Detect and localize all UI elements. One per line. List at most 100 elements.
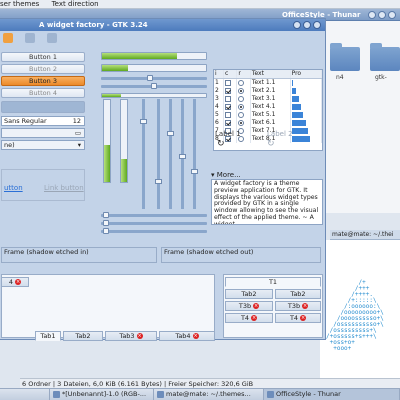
- button-3[interactable]: Button 3: [1, 76, 85, 86]
- scale-knob[interactable]: [103, 220, 109, 226]
- close-icon[interactable]: ×: [253, 303, 260, 309]
- expander[interactable]: ▾ More...: [211, 171, 241, 179]
- folder-icon[interactable]: [330, 43, 360, 71]
- horizontal-scale[interactable]: [101, 75, 207, 81]
- menu-item-themes[interactable]: ser themes: [0, 0, 39, 8]
- close-icon[interactable]: ×: [300, 315, 307, 321]
- radio-button[interactable]: [238, 119, 245, 126]
- column-header[interactable]: r: [236, 70, 251, 79]
- toggle-button[interactable]: [1, 101, 85, 113]
- radio-button[interactable]: [238, 111, 245, 118]
- checkbox[interactable]: [224, 103, 231, 110]
- tab-t1[interactable]: T1: [225, 277, 321, 287]
- link-button-disabled[interactable]: Link button: [44, 184, 84, 192]
- tab-2[interactable]: Tab2: [63, 331, 103, 341]
- vertical-scale[interactable]: [140, 99, 147, 209]
- font-button[interactable]: Sans Regular 12: [1, 116, 85, 126]
- toolbar-open-icon[interactable]: [3, 33, 13, 43]
- horizontal-scale[interactable]: [101, 220, 207, 226]
- close-icon[interactable]: ×: [192, 333, 199, 339]
- menu-item-text-direction[interactable]: Text direction: [52, 0, 99, 8]
- scale-knob[interactable]: [179, 154, 186, 159]
- tab-right-4b[interactable]: T4 ×: [275, 313, 321, 323]
- toolbar-delete-icon[interactable]: [47, 33, 57, 43]
- vertical-scale[interactable]: [167, 99, 174, 209]
- taskbar-item-gimp[interactable]: *[Unbenannt]-1.0 (RGB-...: [50, 389, 154, 400]
- minimize-icon[interactable]: [293, 21, 301, 29]
- tab-right-2b[interactable]: Tab2: [275, 289, 321, 299]
- scale-knob[interactable]: [155, 179, 162, 184]
- close-icon[interactable]: ×: [15, 279, 22, 285]
- horizontal-scale[interactable]: [101, 228, 207, 234]
- horizontal-scale[interactable]: [101, 83, 207, 89]
- cell-progress-bar: [291, 127, 308, 134]
- column-header[interactable]: Text: [250, 70, 291, 79]
- radio-button[interactable]: [238, 103, 245, 110]
- checkbox[interactable]: [224, 79, 231, 86]
- scale-knob[interactable]: [103, 228, 109, 234]
- scale-knob[interactable]: [140, 119, 147, 124]
- checkbox[interactable]: [224, 95, 231, 102]
- close-icon[interactable]: ×: [136, 333, 143, 339]
- close-icon[interactable]: [388, 11, 396, 19]
- column-header[interactable]: i: [214, 70, 224, 79]
- checkbox[interactable]: [224, 119, 231, 126]
- close-icon[interactable]: ×: [251, 315, 258, 321]
- file-chooser-button[interactable]: ▭: [1, 128, 85, 138]
- column-header[interactable]: c: [223, 70, 238, 79]
- text-view[interactable]: A widget factory is a theme preview appl…: [211, 179, 323, 225]
- scale-knob[interactable]: [191, 169, 198, 174]
- tab-right-3b[interactable]: T3b ×: [275, 301, 321, 311]
- progress-bar-thin: [101, 93, 207, 98]
- tab-right-2[interactable]: Tab2: [225, 289, 273, 299]
- scale-knob[interactable]: [167, 131, 174, 136]
- window-title: A widget factory - GTK 3.24: [39, 21, 148, 29]
- terminal-window[interactable]: /+ /+++ /++++. /+:::::\ /:oooooo:\ /oooo…: [320, 240, 400, 385]
- tab-right-4[interactable]: T4 ×: [225, 313, 273, 323]
- button-4[interactable]: Button 4: [1, 88, 85, 98]
- cell-progress-bar: [291, 87, 297, 94]
- tab-1[interactable]: Tab1: [35, 331, 61, 341]
- maximize-icon[interactable]: [378, 11, 386, 19]
- tab-right-3[interactable]: T3b ×: [225, 301, 273, 311]
- toolbar-edit-icon[interactable]: [25, 33, 35, 43]
- scale-knob[interactable]: [151, 83, 157, 89]
- radio-button[interactable]: [238, 95, 245, 102]
- scale-knob[interactable]: [147, 75, 153, 81]
- cell-progress-bar: [291, 119, 306, 126]
- checkbox[interactable]: [224, 87, 231, 94]
- minimize-icon[interactable]: [368, 11, 376, 19]
- maximize-icon[interactable]: [303, 21, 311, 29]
- checkbox[interactable]: [224, 111, 231, 118]
- vertical-progress-fill: [104, 145, 110, 182]
- scale-knob[interactable]: [103, 212, 109, 218]
- button-1[interactable]: Button 1: [1, 52, 85, 62]
- list-row[interactable]: 5 Text 5.1: [214, 111, 322, 119]
- list-row[interactable]: 4 Text 4.1: [214, 103, 322, 111]
- tab-side[interactable]: 4 ×: [1, 277, 29, 287]
- list-row[interactable]: 2 Text 2.1: [214, 87, 322, 95]
- taskbar-item[interactable]: [0, 389, 50, 400]
- folder-label: n4: [336, 74, 344, 81]
- close-icon[interactable]: ×: [302, 303, 309, 309]
- folder-icon[interactable]: [370, 43, 400, 71]
- close-icon[interactable]: [313, 21, 321, 29]
- column-header[interactable]: Pro: [290, 70, 322, 79]
- tab-4[interactable]: Tab4 ×: [159, 331, 215, 341]
- list-row[interactable]: 1 Text 1.1: [214, 78, 322, 87]
- combo-box[interactable]: ne) ▾: [1, 140, 85, 150]
- taskbar-item-terminal[interactable]: mate@mate: ~/.themes...: [154, 389, 264, 400]
- link-button[interactable]: utton: [4, 184, 23, 192]
- radio-button[interactable]: [238, 87, 245, 94]
- button-2[interactable]: Button 2: [1, 64, 85, 74]
- vertical-scale[interactable]: [155, 99, 162, 209]
- taskbar-item-thunar[interactable]: OfficeStyle - Thunar: [264, 389, 400, 400]
- radio-button[interactable]: [238, 79, 245, 86]
- list-row[interactable]: 3 Text 3.1: [214, 95, 322, 103]
- tab-3[interactable]: Tab3 ×: [105, 331, 157, 341]
- font-name: Sans Regular: [4, 117, 47, 125]
- list-row[interactable]: 6 Text 6.1: [214, 119, 322, 127]
- vertical-scale[interactable]: [179, 99, 186, 209]
- vertical-scale[interactable]: [191, 99, 198, 209]
- horizontal-scale[interactable]: [101, 212, 207, 218]
